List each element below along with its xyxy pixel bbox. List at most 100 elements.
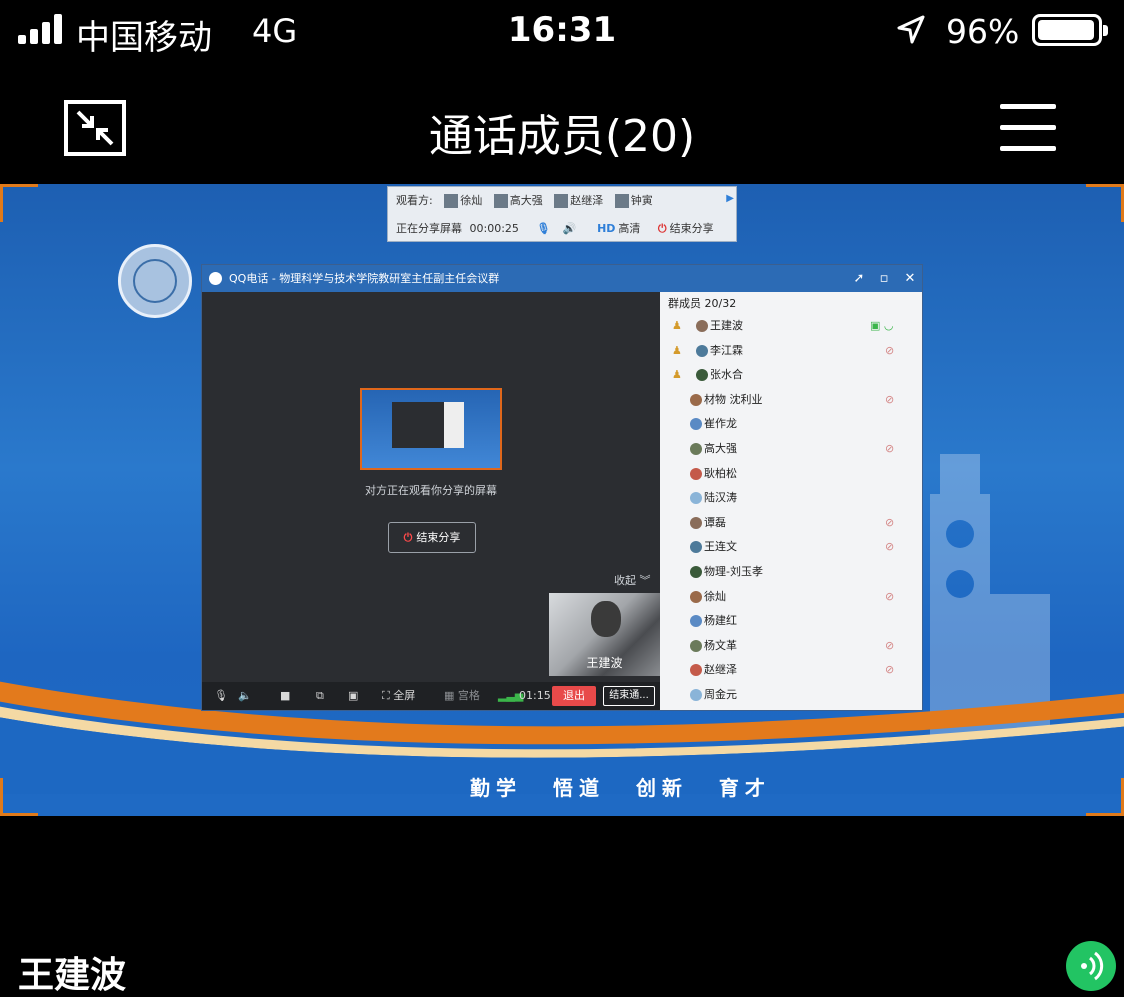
presentation-icon[interactable]: ▣ [348, 682, 358, 710]
avatar [690, 393, 702, 406]
admin-icon: ♟ [672, 343, 682, 357]
status-bar: 中国移动 4G 16:31 96% [0, 0, 1124, 62]
collapse-label: 收起 [614, 574, 636, 587]
hd-icon[interactable]: HD [597, 219, 615, 239]
page-title: 通话成员(20) [428, 111, 696, 162]
power-icon[interactable]: ⏻ [658, 219, 667, 239]
member-row[interactable]: 谭磊 ⊘ [660, 511, 922, 536]
sharing-time: 00:00:25 [469, 222, 519, 235]
university-seal-icon [118, 244, 192, 318]
member-row[interactable]: 王连文 ⊘ [660, 535, 922, 560]
end-call-button[interactable]: 结束通... [603, 686, 655, 706]
avatar [690, 639, 702, 652]
share-screen-icon[interactable]: ⧉ [316, 682, 324, 710]
member-name: 谭磊 [704, 515, 726, 529]
cursor-icon: ➚ [853, 271, 865, 286]
nav-bar: 通话成员(20) [0, 70, 1124, 182]
member-row[interactable]: 徐灿 ⊘ [660, 585, 922, 610]
member-name: 周金元 [704, 687, 737, 701]
chevron-down-icon: ︾ [639, 574, 651, 587]
mic-muted-icon: ⊘ [885, 638, 895, 652]
maximize-icon[interactable]: ▫ [872, 265, 896, 292]
viewer-name: 钟寅 [630, 194, 653, 207]
mic-muted-icon: ⊘ [885, 343, 895, 357]
avatar [690, 664, 702, 677]
carrier-name: 中国移动 [76, 18, 212, 58]
avatar [690, 590, 702, 603]
member-row[interactable]: 崔作龙 [660, 412, 922, 437]
screen-share-pane: 对方正在观看你分享的屏幕 ⏻ 结束分享 收起 ︾ 王建波 [202, 292, 660, 682]
location-arrow-icon [897, 15, 925, 44]
mic-muted-icon: ⊘ [885, 441, 895, 455]
speaker-icon[interactable]: 🔈 [238, 682, 252, 710]
close-icon[interactable]: ✕ [898, 265, 922, 292]
speaker-button[interactable] [1066, 941, 1116, 991]
end-share-button[interactable]: ⏻ 结束分享 [388, 522, 476, 553]
member-list: ♟ 王建波 ▣ ◡ ♟ 李江霖 ⊘ ♟ 张水合 材物 沈利业 ⊘ 崔作龙 高大强 ⊘ 耿柏松 陆汉涛 谭磊 ⊘ 王… [660, 314, 922, 708]
mic-muted-icon: ⊘ [885, 392, 895, 406]
member-name: 耿柏松 [704, 466, 737, 480]
fullscreen-button[interactable]: ⛶ 全屏 [382, 682, 415, 710]
speaking-icon: ▣ ◡ [870, 319, 894, 332]
member-row[interactable]: ♟ 张水合 [660, 363, 922, 388]
corner-marker [1086, 184, 1124, 222]
member-row[interactable]: 材物 沈利业 ⊘ [660, 388, 922, 413]
avatar [690, 516, 702, 529]
member-row[interactable]: ♟ 李江霖 ⊘ [660, 339, 922, 364]
avatar [696, 369, 708, 382]
self-video-name: 王建波 [586, 656, 623, 670]
member-row[interactable]: 陆汉涛 [660, 486, 922, 511]
member-name: 崔作龙 [704, 417, 737, 431]
expand-arrow-icon[interactable]: ▶ [726, 193, 734, 204]
avatar [696, 344, 708, 357]
viewer-name: 高大强 [509, 194, 543, 207]
member-row[interactable]: 杨文革 ⊘ [660, 634, 922, 659]
member-row[interactable]: ♟ 王建波 ▣ ◡ [660, 314, 922, 339]
member-name: 杨建红 [704, 614, 737, 628]
motto-word: 育才 [718, 776, 771, 800]
avatar [614, 194, 629, 208]
member-name: 高大强 [704, 441, 737, 455]
mic-muted-icon: ⊘ [885, 540, 895, 554]
viewers-label: 观看方: [396, 194, 433, 207]
end-share-label: 结束分享 [416, 531, 461, 544]
member-name: 王建波 [710, 319, 743, 332]
fullscreen-label: 全屏 [393, 689, 416, 702]
member-name: 徐灿 [704, 589, 726, 603]
caller-name: 王建波 [18, 955, 127, 996]
speaker-icon[interactable]: 🔊 [563, 219, 577, 239]
member-row[interactable]: 杨建红 [660, 609, 922, 634]
exit-button[interactable]: 退出 [552, 686, 596, 706]
minimize-window-icon[interactable] [64, 100, 126, 156]
microphone-icon[interactable]: 🎙 [536, 219, 550, 239]
mic-muted-icon: ⊘ [885, 515, 895, 529]
collapse-button[interactable]: 收起 ︾ [614, 572, 651, 588]
members-header: 群成员 20/32 [668, 297, 737, 310]
avatar [690, 418, 702, 431]
member-row[interactable]: 耿柏松 [660, 462, 922, 487]
camera-icon[interactable]: ■ [280, 682, 290, 710]
avatar [690, 541, 702, 554]
member-name: 杨文革 [704, 638, 737, 652]
mic-muted-icon: ⊘ [885, 589, 895, 603]
avatar [696, 320, 708, 332]
member-row[interactable]: 物理-刘玉孝 [660, 560, 922, 585]
end-share-link[interactable]: 结束分享 [670, 222, 714, 235]
member-row[interactable]: 高大强 ⊘ [660, 437, 922, 462]
battery-percentage: 96% [946, 12, 1020, 51]
member-name: 王连文 [704, 540, 737, 554]
member-row[interactable]: 周金元 [660, 683, 922, 708]
avatar [690, 615, 702, 628]
member-panel: 群成员 20/32 ♟ 王建波 ▣ ◡ ♟ 李江霖 ⊘ ♟ 张水合材物 沈利业 ⊘ 崔作龙高大强 ⊘… [660, 292, 922, 710]
corner-marker [0, 778, 38, 816]
menu-icon[interactable] [1000, 104, 1056, 152]
self-video-tile[interactable]: 王建波 [549, 593, 660, 676]
avatar [690, 492, 702, 505]
member-row[interactable]: 赵继泽 ⊘ [660, 658, 922, 683]
quality-label[interactable]: 高清 [618, 222, 640, 235]
grid-button[interactable]: ▦ 宫格 [444, 682, 480, 710]
microphone-icon[interactable]: 🎙 [214, 682, 228, 710]
motto-word: 创新 [635, 776, 688, 800]
member-name: 材物 沈利业 [704, 392, 763, 406]
screen-share-toolbar: 观看方: 徐灿 高大强 赵继泽 钟寅 ▶ 正在分享屏幕 00:00:25 🎙 🔊… [387, 186, 737, 242]
